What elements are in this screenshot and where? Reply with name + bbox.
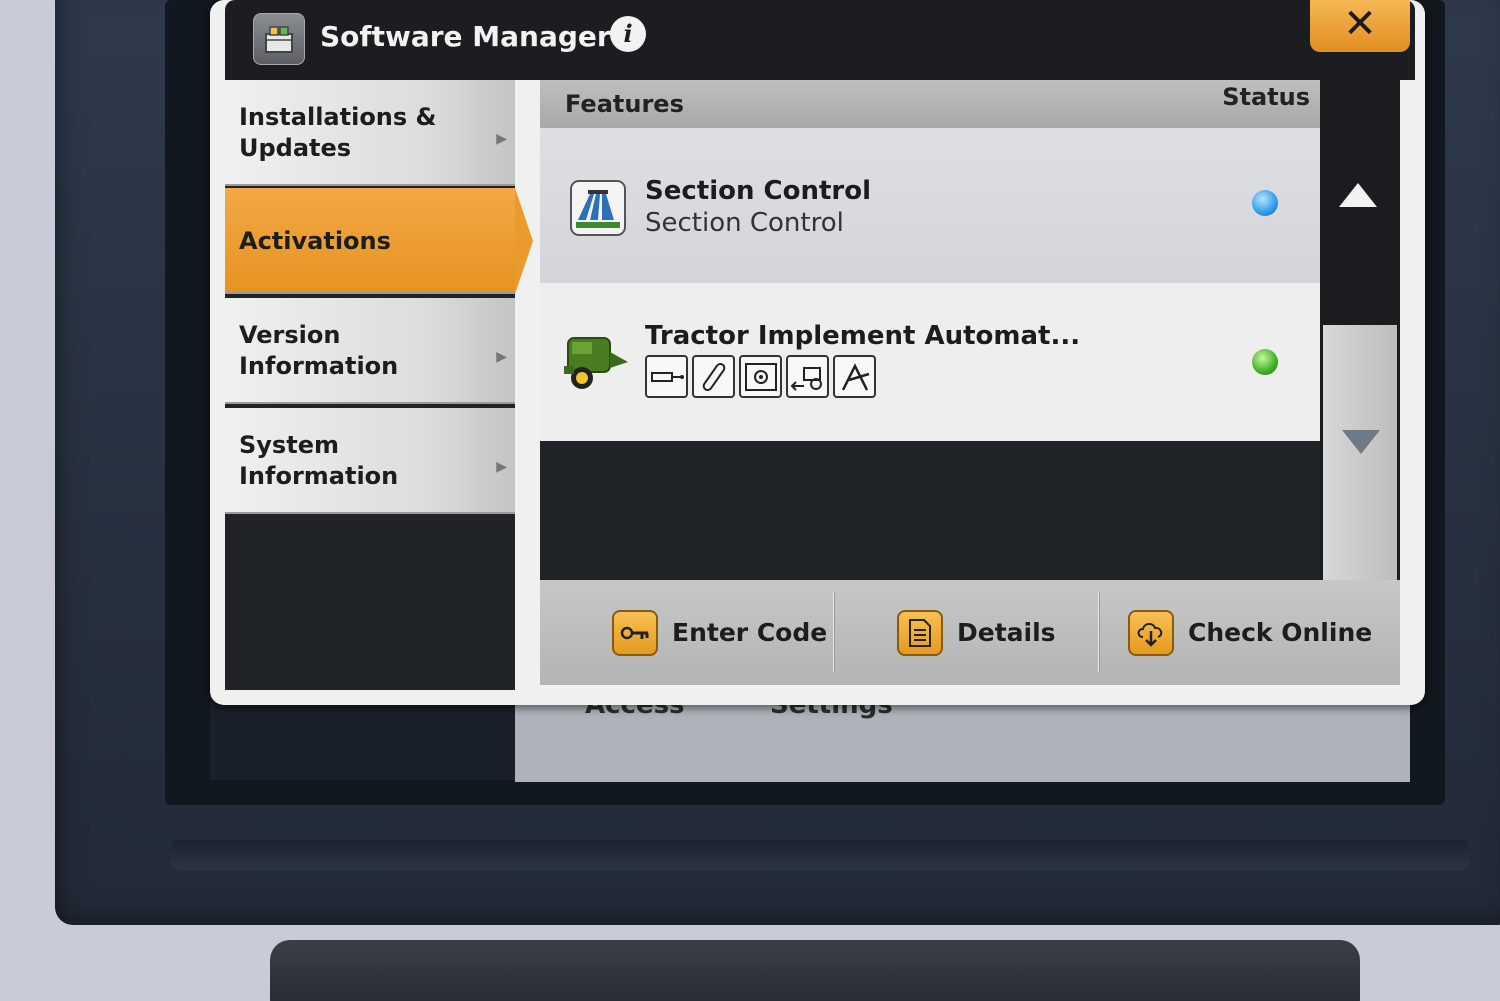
sidebar-item-activations[interactable]: Activations — [225, 188, 533, 294]
title-bar: Software Manager i ✕ — [225, 0, 1415, 80]
sidebar-item-label: System — [239, 431, 339, 459]
key-icon — [612, 609, 658, 656]
sidebar-item-version-information[interactable]: Version Information ▶ — [225, 298, 515, 404]
document-icon — [897, 609, 943, 656]
chevron-right-icon: ▶ — [496, 459, 507, 475]
chevron-right-icon: ▶ — [496, 349, 507, 365]
close-button[interactable]: ✕ — [1310, 0, 1410, 52]
features-table: Features Status Section Control Section … — [540, 80, 1320, 580]
sidebar-item-label: Information — [239, 462, 399, 490]
rod-icon — [692, 355, 735, 398]
sidebar-item-label: Information — [239, 352, 399, 380]
status-indicator-enabled — [1252, 349, 1278, 375]
baler-icon — [560, 328, 632, 394]
sidebar-item-label: Updates — [239, 134, 352, 162]
button-divider — [833, 592, 835, 672]
scroll-up-arrow-icon[interactable] — [1339, 183, 1377, 207]
feature-capability-icons — [645, 355, 876, 398]
sidebar-item-label: Activations — [239, 227, 391, 255]
chevron-right-icon: ▶ — [496, 131, 507, 147]
table-header: Features Status — [540, 80, 1320, 128]
column-header-status: Status — [1222, 83, 1310, 111]
cloud-download-icon — [1128, 609, 1174, 656]
sidebar-item-label: Installations & — [239, 103, 437, 131]
details-button[interactable]: Details — [897, 580, 1056, 685]
sidebar-item-installations-updates[interactable]: Installations & Updates ▶ — [225, 80, 515, 186]
status-indicator-active — [1252, 190, 1278, 216]
enter-code-label: Enter Code — [672, 618, 828, 647]
scroll-track[interactable] — [1323, 325, 1397, 580]
feature-name: Section Control — [645, 176, 872, 206]
sidebar-item-system-information[interactable]: System Information ▶ — [225, 408, 515, 514]
details-label: Details — [957, 618, 1056, 647]
check-online-button[interactable]: Check Online — [1128, 580, 1372, 685]
feature-subtitle: Section Control — [645, 208, 844, 238]
sidebar-nav: Installations & Updates ▶ Activations Ve… — [225, 80, 533, 690]
software-manager-app-icon — [253, 13, 305, 65]
device-bottom-panel — [270, 940, 1360, 1001]
column-header-features: Features — [565, 90, 684, 118]
scroll-down-arrow-icon[interactable] — [1342, 430, 1380, 454]
table-row-section-control[interactable]: Section Control Section Control — [540, 128, 1320, 283]
scrollbar[interactable] — [1320, 80, 1400, 580]
bezel-groove — [170, 840, 1470, 870]
enter-code-button[interactable]: Enter Code — [612, 580, 827, 685]
action-button-bar: Enter Code Details Check Online — [540, 580, 1400, 685]
info-icon[interactable]: i — [610, 16, 646, 52]
gear-box-icon — [739, 355, 782, 398]
sidebar-item-label: Version — [239, 321, 341, 349]
check-online-label: Check Online — [1188, 618, 1373, 647]
implement-icon — [833, 355, 876, 398]
hydraulic-cylinder-icon — [645, 355, 688, 398]
window-title: Software Manager — [320, 20, 611, 53]
feature-name: Tractor Implement Automat... — [645, 321, 1081, 351]
button-divider — [1098, 592, 1100, 672]
software-manager-dialog: Software Manager i ✕ Installations & Upd… — [210, 0, 1425, 705]
active-indicator-arrow — [515, 188, 533, 294]
section-control-icon — [570, 180, 626, 236]
table-row-tractor-implement-automation[interactable]: Tractor Implement Automat... — [540, 283, 1320, 441]
tractor-reverse-icon — [786, 355, 829, 398]
